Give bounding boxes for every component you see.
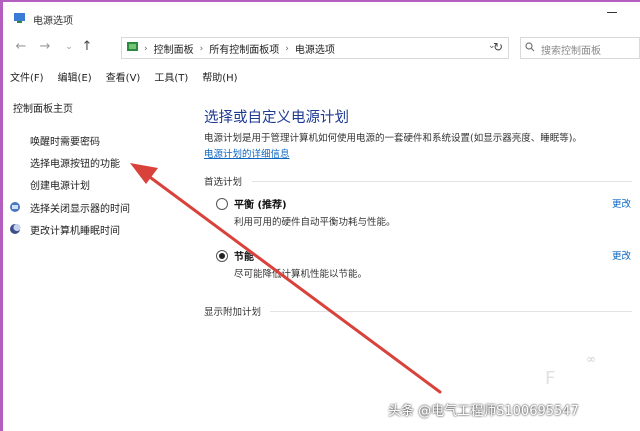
annotation-arrow	[130, 163, 442, 394]
watermark-text: 头条 @电气工程师S100695547	[388, 404, 579, 419]
control-panel-window: 电源选项 ← → ⌄ ↑ › 控制面板 › 所有控制面板项 › 电源选项 ⌄ ↻	[0, 0, 640, 431]
